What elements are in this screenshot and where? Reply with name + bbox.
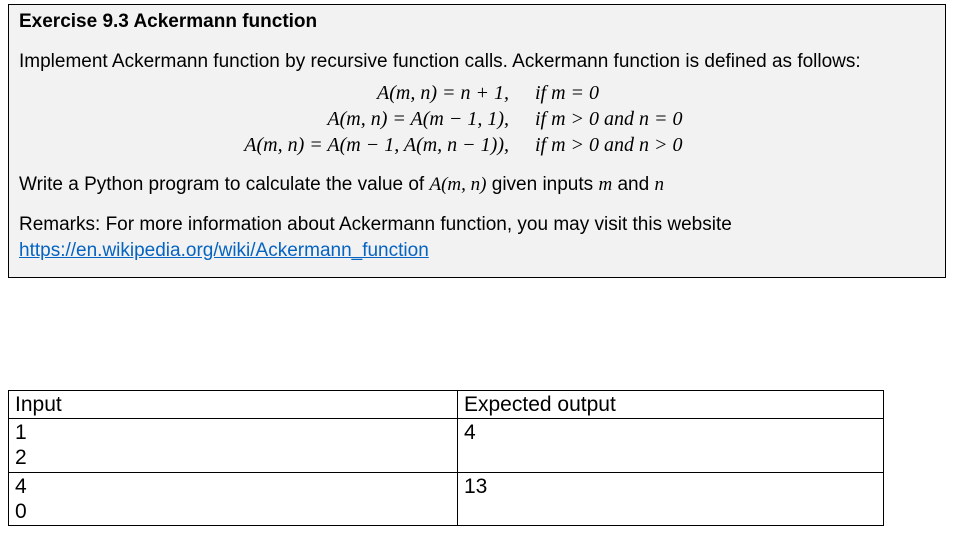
wikipedia-link[interactable]: https://en.wikipedia.org/wiki/Ackermann_… xyxy=(19,240,429,261)
equation-lhs: A(m, n) = n + 1, xyxy=(189,80,535,106)
task-text: Write a Python program to calculate the … xyxy=(19,174,429,195)
table-header-row: Input Expected output xyxy=(9,391,884,419)
cell-output: 13 xyxy=(458,472,884,525)
task-text: and xyxy=(617,174,654,195)
equation-cond: if m > 0 and n > 0 xyxy=(535,132,765,158)
remarks-text: Remarks: For more information about Acke… xyxy=(19,214,732,235)
cell-input: 4 0 xyxy=(9,472,458,525)
task-text: given inputs xyxy=(492,174,599,195)
cell-output: 4 xyxy=(458,419,884,472)
task-var-m: m xyxy=(598,174,612,195)
exercise-intro: Implement Ackermann function by recursiv… xyxy=(19,49,935,75)
io-table: Input Expected output 1 2 4 4 0 13 xyxy=(8,390,884,526)
equation-row: A(m, n) = A(m − 1, A(m, n − 1)), if m > … xyxy=(19,132,935,158)
cell-input: 1 2 xyxy=(9,419,458,472)
header-output: Expected output xyxy=(458,391,884,419)
exercise-box: Exercise 9.3 Ackermann function Implemen… xyxy=(8,4,946,278)
equation-block: A(m, n) = n + 1, if m = 0 A(m, n) = A(m … xyxy=(19,80,935,158)
exercise-title: Exercise 9.3 Ackermann function xyxy=(19,9,935,35)
equation-lhs: A(m, n) = A(m − 1, 1), xyxy=(189,106,535,132)
equation-row: A(m, n) = n + 1, if m = 0 xyxy=(19,80,935,106)
exercise-remarks: Remarks: For more information about Acke… xyxy=(19,212,935,263)
equation-cond: if m = 0 xyxy=(535,80,765,106)
equation-row: A(m, n) = A(m − 1, 1), if m > 0 and n = … xyxy=(19,106,935,132)
exercise-task: Write a Python program to calculate the … xyxy=(19,172,935,198)
table-row: 4 0 13 xyxy=(9,472,884,525)
table-row: 1 2 4 xyxy=(9,419,884,472)
equation-cond: if m > 0 and n = 0 xyxy=(535,106,765,132)
task-var-n: n xyxy=(654,174,664,195)
equation-lhs: A(m, n) = A(m − 1, A(m, n − 1)), xyxy=(189,132,535,158)
header-input: Input xyxy=(9,391,458,419)
task-func: A(m, n) xyxy=(429,174,486,195)
